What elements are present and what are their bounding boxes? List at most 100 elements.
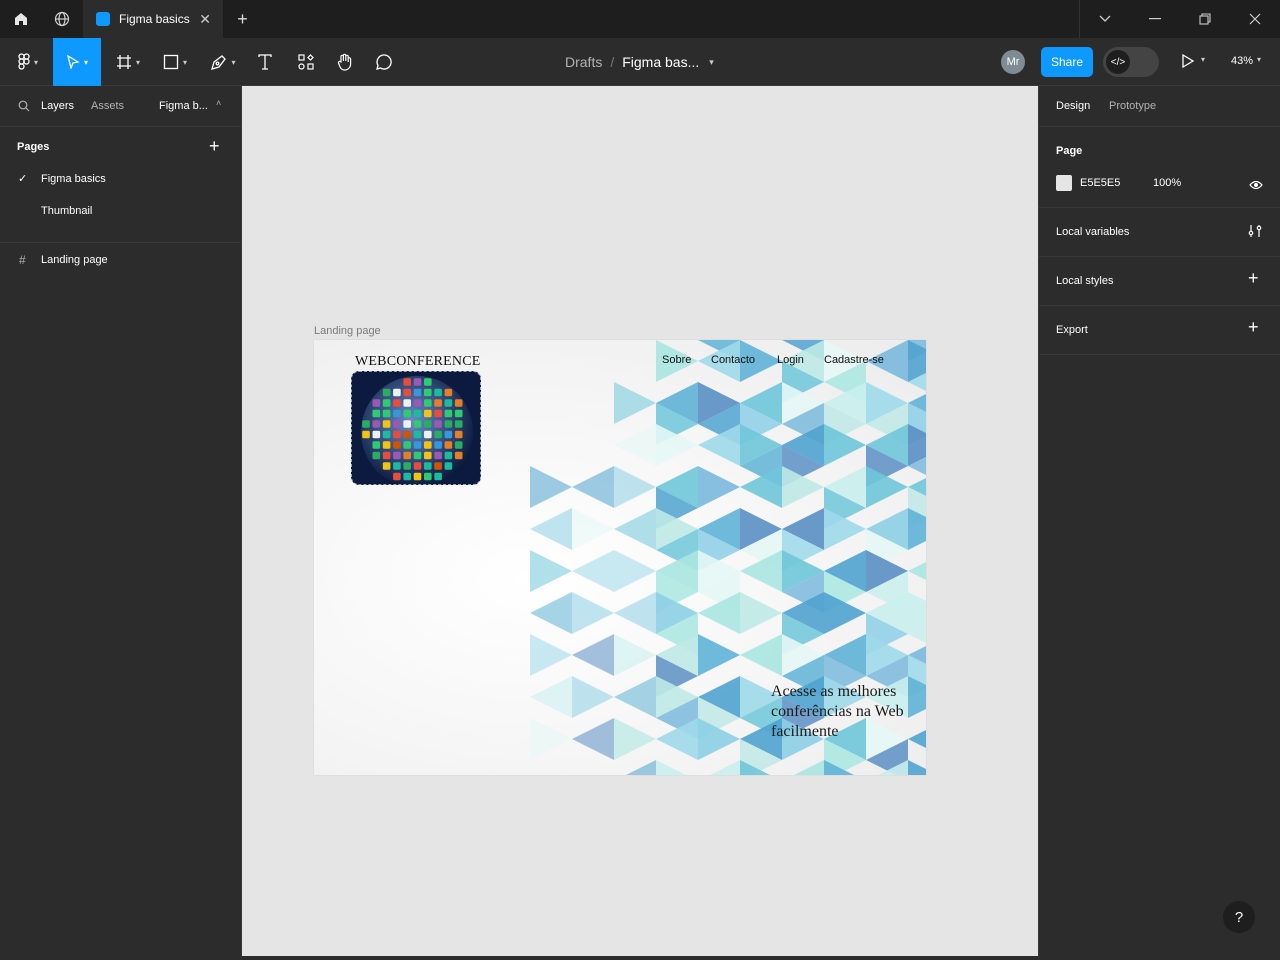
comment-tool-button[interactable] <box>370 38 398 86</box>
tab-assets[interactable]: Assets <box>91 100 124 112</box>
close-tab-icon[interactable]: ✕ <box>199 11 211 28</box>
globe-app-tile <box>444 409 453 418</box>
nav-sobre[interactable]: Sobre <box>662 354 691 366</box>
pen-tool-button[interactable]: ▾ <box>203 38 243 86</box>
globe-app-tile <box>403 420 411 428</box>
triangle-tile <box>530 634 572 676</box>
globe-icon[interactable] <box>41 0 82 38</box>
page-color-swatch[interactable] <box>1056 175 1072 191</box>
frame-label[interactable]: Landing page <box>314 325 381 337</box>
page-color-value[interactable]: E5E5E5 <box>1080 177 1120 189</box>
triangle-tile <box>614 550 656 592</box>
search-icon[interactable] <box>18 99 30 117</box>
globe-app-tile <box>393 472 401 481</box>
local-variables-label[interactable]: Local variables <box>1056 226 1129 238</box>
export-label[interactable]: Export <box>1056 324 1088 336</box>
panel-divider <box>1039 207 1280 208</box>
hand-tool-button[interactable] <box>331 38 359 86</box>
globe-app-tile <box>372 451 381 460</box>
globe-app-tile <box>434 472 442 481</box>
globe-app-tile <box>372 399 381 407</box>
triangle-tile <box>572 550 614 592</box>
landing-page-frame[interactable]: WEBCONFERENCE Sobre Contacto Login Cadas… <box>314 340 926 775</box>
panel-divider <box>1039 354 1280 355</box>
eye-icon[interactable] <box>1249 177 1263 195</box>
globe-app-tile <box>444 462 453 470</box>
globe-app-tile <box>434 420 442 428</box>
globe-app-tile <box>403 378 411 386</box>
zoom-chevron-icon[interactable]: ▾ <box>1257 55 1261 64</box>
triangle-tile <box>572 676 614 718</box>
globe-app-tile <box>372 409 381 418</box>
breadcrumb: Drafts / Figma bas... ▾ <box>565 38 714 86</box>
page-item-thumbnail[interactable]: Thumbnail <box>0 201 241 223</box>
globe-app-tile <box>444 451 453 460</box>
layer-landing-page[interactable]: # Landing page <box>0 250 241 272</box>
globe-app-tile <box>403 388 411 397</box>
globe-app-tile <box>362 420 370 428</box>
canvas[interactable]: Landing page WEBCONFERENCE Sobre Contact… <box>242 86 1038 956</box>
page-opacity-value[interactable]: 100% <box>1153 177 1181 189</box>
page-switcher[interactable]: Figma b... <box>159 100 208 112</box>
globe-app-tile <box>424 472 432 481</box>
local-styles-label[interactable]: Local styles <box>1056 275 1113 287</box>
new-tab-button[interactable]: + <box>222 0 263 38</box>
globe-app-tile <box>413 472 422 481</box>
tab-layers[interactable]: Layers <box>41 100 74 112</box>
breadcrumb-drafts[interactable]: Drafts <box>565 54 602 70</box>
resources-button[interactable] <box>292 38 320 86</box>
globe-app-tile <box>413 430 422 439</box>
globe-app-tile <box>413 409 422 418</box>
present-button[interactable] <box>1181 53 1195 73</box>
triangle-tile <box>614 466 656 508</box>
nav-login[interactable]: Login <box>777 354 804 366</box>
page-section-title: Page <box>1056 145 1083 157</box>
nav-cadastre-se[interactable]: Cadastre-se <box>824 354 884 366</box>
nav-contacto[interactable]: Contacto <box>711 354 755 366</box>
chevron-up-icon[interactable]: ˄ <box>216 98 221 108</box>
main-menu-button[interactable]: ▾ <box>8 38 48 86</box>
triangle-tile <box>698 634 740 676</box>
tab-title: Figma basics <box>119 12 190 26</box>
globe-app-tile <box>372 441 381 449</box>
restore-icon[interactable] <box>1180 0 1230 38</box>
minimize-icon[interactable] <box>1130 0 1180 38</box>
globe-app-tile <box>424 378 432 386</box>
avatar[interactable]: Mr <box>1001 50 1025 74</box>
triangle-tile <box>530 676 572 718</box>
close-window-icon[interactable] <box>1230 0 1280 38</box>
triangle-tile <box>614 634 656 676</box>
file-name[interactable]: Figma bas... <box>622 54 699 70</box>
triangle-tile <box>530 718 572 760</box>
dev-mode-toggle[interactable]: </> <box>1103 47 1159 77</box>
present-options-icon[interactable]: ▾ <box>1201 55 1205 64</box>
help-button[interactable]: ? <box>1223 901 1255 933</box>
variables-icon[interactable] <box>1248 224 1262 243</box>
globe-image[interactable] <box>351 371 481 485</box>
add-export-icon[interactable]: + <box>1248 317 1259 338</box>
text-tool-button[interactable] <box>251 38 279 86</box>
globe-app-tile <box>434 430 442 439</box>
globe-app-tile <box>372 420 381 428</box>
chevron-down-icon[interactable]: ▾ <box>709 57 714 68</box>
tab-design[interactable]: Design <box>1056 100 1090 112</box>
tab-figma-basics[interactable]: Figma basics ✕ <box>83 0 223 38</box>
home-icon[interactable] <box>0 0 41 38</box>
globe-app-tile <box>454 451 463 460</box>
move-tool-button[interactable]: ▾ <box>53 38 101 86</box>
frame-tool-button[interactable]: ▾ <box>108 38 148 86</box>
add-style-icon[interactable]: + <box>1248 268 1259 289</box>
shape-tool-button[interactable]: ▾ <box>155 38 195 86</box>
figma-logo-icon <box>18 53 30 70</box>
cursor-icon <box>67 55 80 69</box>
tabs-dropdown-icon[interactable] <box>1080 0 1130 38</box>
globe-app-tile <box>454 430 463 439</box>
share-button[interactable]: Share <box>1041 47 1093 77</box>
zoom-level[interactable]: 43% <box>1231 55 1253 67</box>
globe-app-tile <box>413 399 422 407</box>
globe-app-tile <box>382 462 391 470</box>
tab-prototype[interactable]: Prototype <box>1109 100 1156 112</box>
add-page-icon[interactable]: + <box>209 136 220 157</box>
page-item-figma-basics[interactable]: ✓ Figma basics <box>0 169 241 191</box>
triangle-tile <box>908 562 926 580</box>
